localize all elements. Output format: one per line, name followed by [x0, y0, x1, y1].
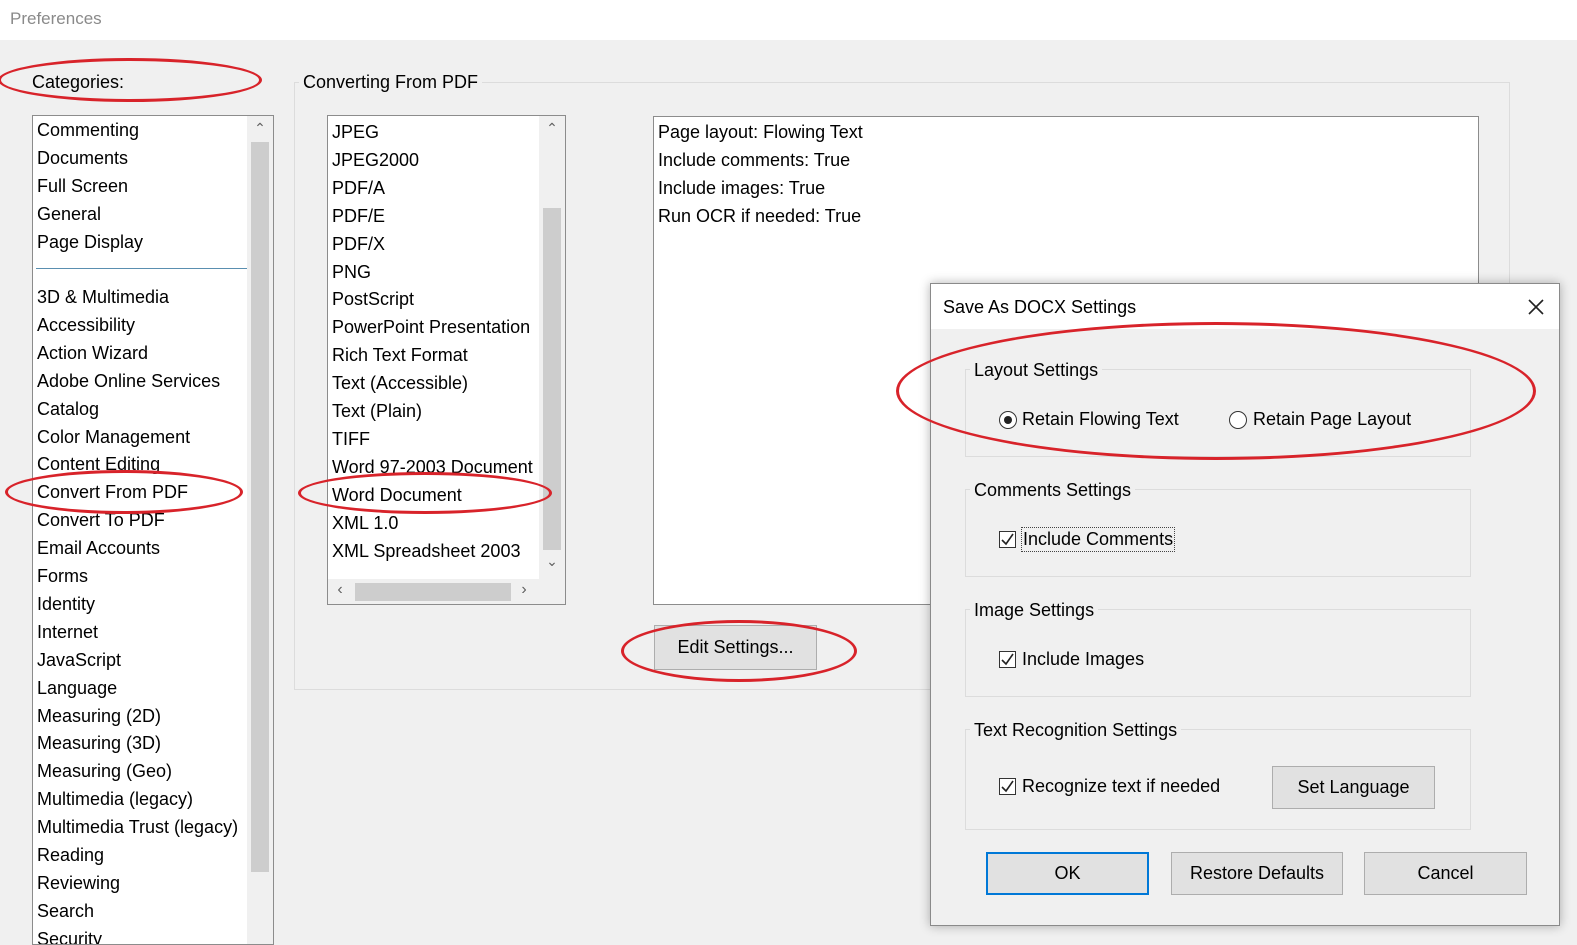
category-item[interactable]: Accessibility	[37, 311, 135, 339]
category-item-selected[interactable]: Convert From PDF	[37, 478, 188, 506]
format-item-selected[interactable]: Word Document	[332, 481, 462, 509]
formats-list[interactable]: JPEG JPEG2000 PDF/A PDF/E PDF/X PNG PostScript…	[327, 115, 566, 605]
include-images-checkbox[interactable]	[999, 651, 1016, 668]
category-item[interactable]: Security	[37, 925, 102, 944]
format-item[interactable]: PowerPoint Presentation	[332, 313, 530, 341]
scroll-thumb[interactable]	[251, 142, 269, 872]
formats-hscrollbar[interactable]: ‹ ›	[328, 579, 539, 604]
category-item[interactable]: Multimedia Trust (legacy)	[37, 813, 238, 841]
retain-page-layout-label[interactable]: Retain Page Layout	[1253, 409, 1411, 430]
summary-line: Page layout: Flowing Text	[658, 122, 863, 142]
format-item[interactable]: XML 1.0	[332, 509, 398, 537]
category-item[interactable]: Color Management	[37, 423, 190, 451]
category-item[interactable]: Measuring (Geo)	[37, 757, 172, 785]
cancel-button[interactable]: Cancel	[1364, 852, 1527, 895]
comments-settings-title: Comments Settings	[970, 480, 1136, 501]
format-item[interactable]: Word 97-2003 Document	[332, 453, 533, 481]
categories-list[interactable]: Commenting Documents Full Screen General Pag…	[32, 115, 274, 945]
format-item[interactable]: PDF/X	[332, 230, 385, 258]
save-as-docx-dialog: Save As DOCX Settings Layout Settings Re…	[930, 283, 1560, 926]
text-recognition-title: Text Recognition Settings	[970, 720, 1182, 741]
category-item[interactable]: Catalog	[37, 395, 99, 423]
layout-settings-title: Layout Settings	[970, 360, 1103, 381]
retain-flowing-text-radio[interactable]	[999, 411, 1017, 429]
scroll-corner	[539, 579, 565, 604]
category-item[interactable]: 3D & Multimedia	[37, 283, 169, 311]
scroll-right-icon[interactable]: ›	[515, 581, 533, 599]
scroll-up-icon[interactable]: ⌃	[543, 120, 561, 137]
recognize-text-checkbox[interactable]	[999, 778, 1016, 795]
include-images-label[interactable]: Include Images	[1022, 649, 1144, 670]
category-item[interactable]: Email Accounts	[37, 534, 160, 562]
category-item[interactable]: Language	[37, 674, 117, 702]
format-item[interactable]: JPEG2000	[332, 146, 419, 174]
title-bar: Preferences	[0, 0, 1577, 40]
categories-scrollbar[interactable]: ⌃	[247, 116, 273, 944]
formats-vscrollbar[interactable]: ⌃ ⌄	[539, 116, 565, 579]
category-item[interactable]: Measuring (3D)	[37, 729, 161, 757]
image-settings-title: Image Settings	[970, 600, 1099, 621]
category-item[interactable]: Full Screen	[37, 172, 128, 200]
category-item[interactable]: JavaScript	[37, 646, 121, 674]
format-item[interactable]: Text (Accessible)	[332, 369, 468, 397]
edit-settings-button[interactable]: Edit Settings...	[654, 625, 817, 670]
category-item[interactable]: Identity	[37, 590, 95, 618]
format-item[interactable]: JPEG	[332, 118, 379, 146]
categories-label: Categories:	[32, 72, 125, 92]
converting-group-label: Converting From PDF	[299, 72, 483, 93]
format-item[interactable]: Rich Text Format	[332, 341, 468, 369]
close-icon[interactable]	[1523, 294, 1549, 320]
format-item[interactable]: PostScript	[332, 285, 414, 313]
restore-defaults-button[interactable]: Restore Defaults	[1171, 852, 1343, 895]
summary-line: Run OCR if needed: True	[658, 206, 862, 226]
hscroll-thumb[interactable]	[355, 583, 511, 601]
category-item[interactable]: Content Editing	[37, 450, 160, 478]
category-item[interactable]: General	[37, 200, 101, 228]
checkmark-icon	[1001, 653, 1014, 666]
summary-line: Include images: True	[658, 178, 826, 198]
scroll-thumb[interactable]	[543, 208, 561, 550]
recognize-text-label[interactable]: Recognize text if needed	[1022, 776, 1220, 797]
category-separator	[36, 268, 247, 269]
category-item[interactable]: Internet	[37, 618, 98, 646]
scroll-left-icon[interactable]: ‹	[331, 581, 349, 599]
category-item[interactable]: Commenting	[37, 116, 139, 144]
dialog-title-bar: Save As DOCX Settings	[931, 284, 1559, 329]
format-item[interactable]: PDF/A	[332, 174, 385, 202]
checkmark-icon	[1001, 780, 1014, 793]
category-item[interactable]: Page Display	[37, 228, 143, 256]
format-item[interactable]: TIFF	[332, 425, 370, 453]
format-item[interactable]: PNG	[332, 258, 371, 286]
category-item[interactable]: Adobe Online Services	[37, 367, 220, 395]
window-title: Preferences	[10, 9, 102, 28]
scroll-up-icon[interactable]: ⌃	[251, 120, 269, 137]
retain-flowing-text-label[interactable]: Retain Flowing Text	[1022, 409, 1179, 430]
category-item[interactable]: Multimedia (legacy)	[37, 785, 193, 813]
category-item[interactable]: Forms	[37, 562, 88, 590]
format-item[interactable]: PDF/E	[332, 202, 385, 230]
category-item[interactable]: Action Wizard	[37, 339, 148, 367]
category-item[interactable]: Documents	[37, 144, 128, 172]
scroll-down-icon[interactable]: ⌄	[543, 553, 561, 570]
include-comments-label[interactable]: Include Comments	[1021, 527, 1176, 552]
category-item[interactable]: Reviewing	[37, 869, 120, 897]
category-item[interactable]: Reading	[37, 841, 104, 869]
summary-line: Include comments: True	[658, 150, 851, 170]
retain-page-layout-radio[interactable]	[1229, 411, 1247, 429]
category-item[interactable]: Search	[37, 897, 94, 925]
ok-button[interactable]: OK	[986, 852, 1149, 895]
checkmark-icon	[1001, 533, 1014, 546]
include-comments-checkbox[interactable]	[999, 531, 1016, 548]
set-language-button[interactable]: Set Language	[1272, 766, 1435, 809]
format-item[interactable]: XML Spreadsheet 2003	[332, 537, 520, 565]
category-item[interactable]: Measuring (2D)	[37, 702, 161, 730]
dialog-title: Save As DOCX Settings	[943, 297, 1137, 317]
category-item[interactable]: Convert To PDF	[37, 506, 165, 534]
format-item[interactable]: Text (Plain)	[332, 397, 422, 425]
